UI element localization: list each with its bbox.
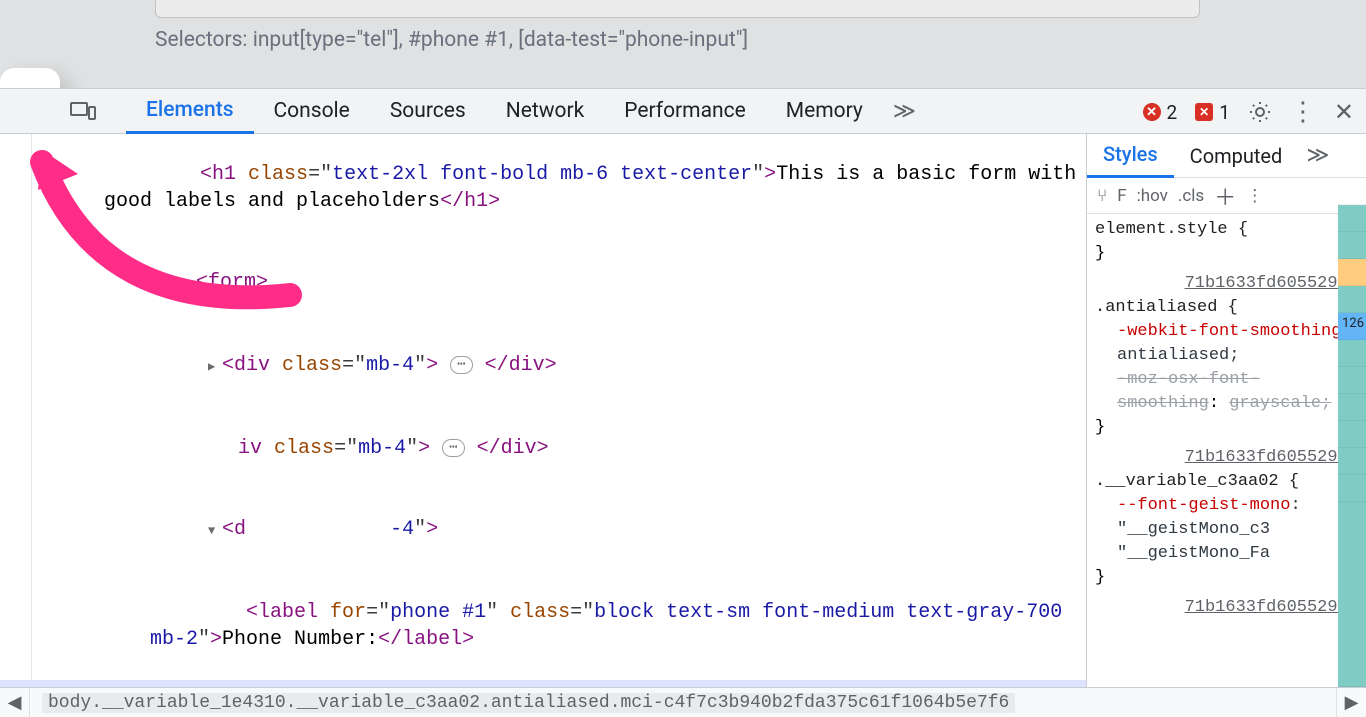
devtools-toolbar: Elements Console Sources Network Perform… [0,88,1366,134]
more-tabs-icon[interactable]: ≫ [1306,143,1329,168]
ellipsis-icon[interactable]: ⋯ [450,356,472,374]
more-tabs-icon[interactable]: ≫ [883,88,926,134]
dom-node-label[interactable]: <label for="phone #1" class="block text-… [0,572,1086,680]
stylesheet-link[interactable]: 71b1633fd605529a… [1095,596,1358,620]
cls-toggle[interactable]: .cls [1178,186,1204,206]
hov-toggle[interactable]: :hov [1137,186,1168,206]
css-rules-list[interactable]: element.style { } 71b1633fd605529a… .ant… [1087,214,1366,687]
tab-console[interactable]: Console [254,88,370,134]
elements-dom-tree[interactable]: <h1 class="text-2xl font-bold mb-6 text-… [0,134,1086,687]
label-text: Phone Number: [222,628,378,651]
device-toggle-icon[interactable] [70,100,96,122]
rule-selector[interactable]: element.style { [1095,218,1358,242]
side-tab-styles[interactable]: Styles [1087,134,1174,178]
side-tab-computed[interactable]: Computed [1174,134,1299,178]
new-rule-button[interactable]: ＋ [1214,180,1236,212]
issue-number: 1 [1219,101,1230,124]
expand-toggle-icon[interactable] [182,271,196,298]
dom-breadcrumb-bar: ◀ body.__variable_1e4310.__variable_c3aa… [0,687,1366,717]
crumb-next-icon[interactable]: ▶ [1336,688,1366,717]
tab-network[interactable]: Network [486,88,605,134]
page-preview: Selectors: input[type="tel"], #phone #1,… [0,0,1366,80]
dom-node-input-selected[interactable]: <input id="phone #1" class="w-full px-3 … [0,680,1086,687]
selectors-hint-text: Selectors: input[type="tel"], #phone #1,… [155,28,748,52]
tab-memory[interactable]: Memory [766,88,883,134]
dom-node-div-expanded[interactable]: <div class="mb-4"> [0,489,1086,572]
error-number: 2 [1167,101,1178,124]
expand-toggle-icon[interactable] [208,518,222,545]
rule-selector[interactable]: .__variable_c3aa02 { [1095,470,1358,494]
issue-icon: ✕ [1195,103,1213,121]
filter-icon[interactable]: ⑂ [1097,186,1107,206]
gear-icon[interactable] [1248,100,1272,124]
ellipsis-icon[interactable]: ⋯ [442,439,464,457]
kebab-menu-icon[interactable]: ⋮ [1290,97,1316,127]
tab-elements[interactable]: Elements [126,88,254,134]
breadcrumb-path[interactable]: body.__variable_1e4310.__variable_c3aa02… [42,693,1015,713]
stylesheet-link[interactable]: 71b1633fd605529a… [1095,446,1358,470]
rule-selector[interactable]: .antialiased { [1095,296,1358,320]
dom-node-form[interactable]: <form> [0,242,1086,325]
phone-input-outline [155,0,1200,18]
console-issues-count[interactable]: ✕ 1 [1195,101,1230,124]
coverage-strip: 126 [1338,178,1366,687]
filter-input[interactable]: F [1117,186,1126,206]
styles-panel: Styles Computed ≫ ⑂ F :hov .cls ＋ ⋮ elem… [1086,134,1366,687]
tab-performance[interactable]: Performance [604,88,765,134]
devtools-panel-tabs: Elements Console Sources Network Perform… [126,88,926,134]
dom-node-div-collapsed-1[interactable]: <div class="mb-4"> ⋯ </div> [0,325,1086,408]
tab-sources[interactable]: Sources [370,88,486,134]
error-icon: ✕ [1143,103,1161,121]
expand-toggle-icon[interactable] [208,354,222,381]
close-devtools-icon[interactable]: ✕ [1334,98,1354,126]
dom-node-div-collapsed-2[interactable]: iv class="mb-4"> ⋯ </div> [0,408,1086,489]
coverage-count: 126 [1342,316,1364,331]
console-errors-count[interactable]: ✕ 2 [1143,101,1178,124]
more-icon[interactable]: ⋮ [1246,186,1263,206]
dom-node-h1[interactable]: <h1 class="text-2xl font-bold mb-6 text-… [0,134,1086,242]
crumb-prev-icon[interactable]: ◀ [0,688,30,717]
stylesheet-link[interactable]: 71b1633fd605529a… [1095,272,1358,296]
styles-filter-bar: ⑂ F :hov .cls ＋ ⋮ [1087,178,1366,214]
